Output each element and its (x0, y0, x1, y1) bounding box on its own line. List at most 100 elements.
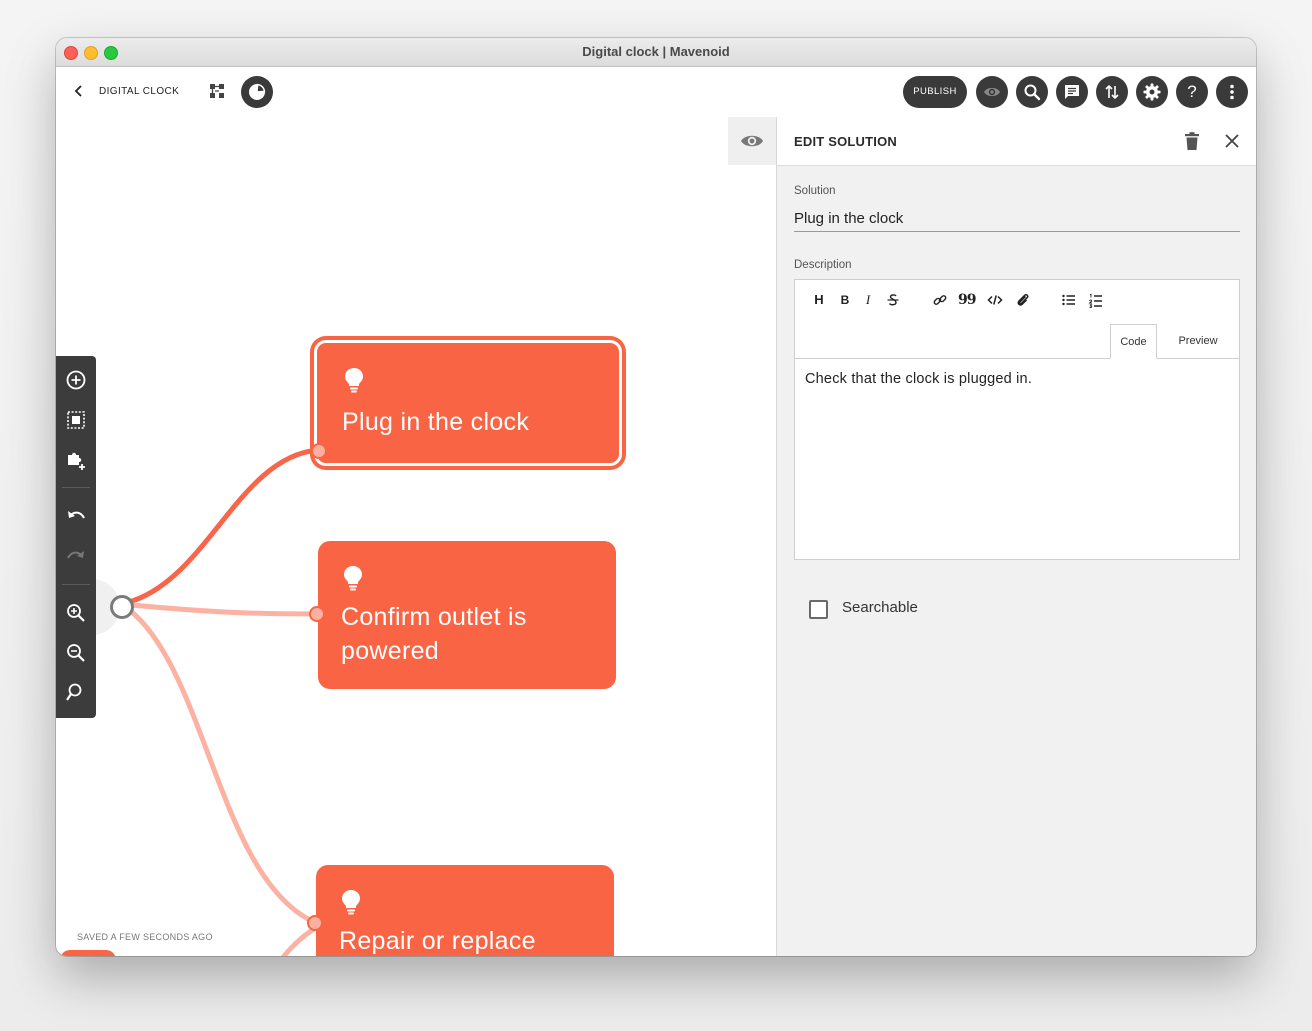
sort-arrows-icon (1105, 84, 1119, 100)
bullet-list-icon (1062, 294, 1075, 306)
publish-button[interactable]: PUBLISH (903, 76, 967, 108)
add-node-button[interactable] (65, 369, 87, 391)
branch-hub[interactable] (110, 595, 134, 619)
link-to-repair (119, 601, 316, 925)
attach-button[interactable] (1015, 292, 1031, 308)
link-icon (933, 295, 947, 305)
app-content: DIGITAL CLOCK PUBLISH ? Plug in the cloc… (56, 67, 1256, 956)
link-from-repair-left (281, 926, 316, 956)
flow-links (119, 447, 319, 956)
node-input-port[interactable] (309, 606, 325, 622)
searchable-label[interactable]: Searchable (842, 599, 918, 616)
node-confirm-outlet[interactable]: Confirm outlet is powered (318, 541, 616, 689)
lightbulb-icon (344, 566, 362, 591)
search-button[interactable] (1016, 76, 1048, 108)
zoom-in-button[interactable] (65, 602, 87, 624)
lightbulb-icon (342, 890, 360, 915)
close-panel-button[interactable] (1222, 131, 1242, 151)
panel-header: EDIT SOLUTION (777, 117, 1256, 166)
more-vertical-icon (1230, 84, 1234, 100)
redo-icon (67, 551, 84, 559)
tab-preview[interactable]: Preview (1163, 324, 1233, 358)
eye-icon (984, 87, 1000, 97)
zoom-in-icon (67, 604, 85, 622)
node-input-port[interactable] (311, 443, 327, 459)
app-window: Digital clock | Mavenoid DIGITAL CLOCK P… (56, 38, 1256, 956)
chevron-left-icon (74, 85, 82, 97)
solution-label: Solution (794, 185, 836, 197)
search-icon (1024, 84, 1041, 101)
paperclip-icon (1017, 293, 1029, 306)
undo-button[interactable] (65, 506, 87, 528)
edit-solution-panel: EDIT SOLUTION Solution Description H (776, 117, 1256, 956)
numbered-list-button[interactable] (1088, 292, 1104, 308)
eye-icon (741, 135, 763, 147)
node-label: Repair or replace (339, 927, 536, 955)
sort-button[interactable] (1096, 76, 1128, 108)
node-label: powered (341, 637, 439, 665)
description-label: Description (794, 259, 852, 271)
canvas-toolbar (56, 356, 96, 718)
heading-button[interactable]: H (811, 292, 827, 308)
select-all-icon (67, 411, 85, 429)
numbered-list-icon (1088, 293, 1102, 308)
comments-button[interactable] (1056, 76, 1088, 108)
node-label: Plug in the clock (342, 408, 530, 436)
tree-icon (210, 84, 224, 98)
bold-button[interactable]: B (837, 292, 853, 308)
strikethrough-button[interactable] (885, 292, 901, 308)
markdown-editor: H B I 99 Code Preview Check that the clo… (794, 279, 1240, 560)
toolbar-divider (62, 584, 90, 585)
back-button[interactable] (72, 84, 86, 98)
partial-node[interactable] (60, 950, 116, 956)
solution-title-input[interactable] (794, 205, 1240, 232)
pie-chart-icon (249, 83, 266, 100)
link-button[interactable] (932, 292, 948, 308)
node-plug-in-clock[interactable]: Plug in the clock (314, 340, 622, 466)
add-plugin-button[interactable] (65, 449, 87, 471)
save-status: SAVED A FEW SECONDS AGO (77, 932, 213, 942)
link-to-plug-in (120, 447, 319, 607)
strikethrough-icon (887, 294, 899, 306)
close-icon (1225, 134, 1239, 148)
quote-button[interactable]: 99 (958, 292, 976, 308)
code-button[interactable] (987, 292, 1003, 308)
panel-title: EDIT SOLUTION (794, 134, 897, 149)
searchable-checkbox[interactable] (809, 600, 828, 619)
more-menu-button[interactable] (1216, 76, 1248, 108)
description-textarea[interactable]: Check that the clock is plugged in. (795, 359, 1239, 559)
toggle-panel-button[interactable] (728, 117, 776, 165)
delete-button[interactable] (1182, 131, 1202, 151)
zoom-reset-button[interactable] (65, 682, 87, 704)
link-to-confirm-outlet (120, 601, 317, 617)
undo-icon (68, 511, 85, 519)
comment-icon (1065, 85, 1079, 99)
window-title: Digital clock | Mavenoid (582, 44, 730, 59)
code-icon (987, 295, 1003, 305)
bullet-list-button[interactable] (1061, 292, 1077, 308)
node-repair-replace[interactable]: Repair or replace (316, 865, 614, 956)
tab-code[interactable]: Code (1110, 324, 1157, 359)
analytics-button[interactable] (241, 76, 273, 108)
tree-view-button[interactable] (208, 82, 226, 100)
redo-button[interactable] (65, 546, 87, 568)
zoom-reset-icon (66, 683, 82, 701)
puzzle-add-icon (68, 452, 85, 470)
gear-icon (1143, 83, 1161, 101)
project-title: DIGITAL CLOCK (99, 86, 180, 97)
editor-tab-strip: Code Preview (795, 324, 1239, 359)
help-button[interactable]: ? (1176, 76, 1208, 108)
zoom-out-icon (67, 644, 85, 662)
title-bar: Digital clock | Mavenoid (56, 38, 1256, 67)
italic-button[interactable]: I (860, 292, 876, 308)
settings-button[interactable] (1136, 76, 1168, 108)
add-circle-icon (66, 370, 86, 390)
node-input-port[interactable] (307, 915, 323, 931)
preview-button[interactable] (976, 76, 1008, 108)
select-all-button[interactable] (65, 409, 87, 431)
trash-icon (1185, 132, 1199, 150)
zoom-out-button[interactable] (65, 642, 87, 664)
node-label: Confirm outlet is (341, 603, 527, 631)
toolbar-divider (62, 487, 90, 488)
flow-canvas[interactable]: Plug in the clock Confirm outlet is powe… (56, 117, 776, 956)
